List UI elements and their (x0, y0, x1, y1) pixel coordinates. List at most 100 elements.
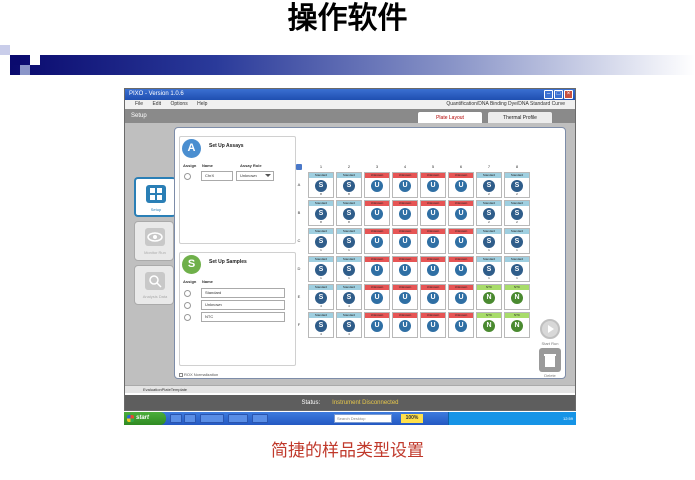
rox-normalization-checkbox[interactable]: ROX Normalization (179, 372, 218, 377)
taskbar-window-button[interactable] (200, 414, 224, 423)
plate-well[interactable]: Unknown U (448, 256, 474, 282)
plate-row-header[interactable]: A (296, 182, 302, 187)
plate-well[interactable]: Unknown U (448, 312, 474, 338)
menu-edit[interactable]: Edit (152, 101, 161, 107)
plate-well[interactable]: Unknown U (364, 284, 390, 310)
plate-column-header[interactable]: 1 (308, 164, 334, 169)
sample-assign-radio[interactable] (184, 302, 191, 309)
template-tab[interactable]: EvaluationPlateTemplate (143, 387, 187, 392)
plate-well[interactable]: Unknown U (420, 256, 446, 282)
plate-column-header[interactable]: 3 (364, 164, 390, 169)
slide-title: 操作软件 (287, 1, 408, 36)
plate-well[interactable]: Unknown U (392, 312, 418, 338)
well-task-tag: NTC (505, 285, 529, 290)
well-type-icon: U (399, 180, 411, 192)
sidebar-item-setup[interactable]: Setup (134, 177, 176, 217)
plate-well[interactable]: Standard S 4 (308, 284, 334, 310)
plate-column-header[interactable]: 7 (476, 164, 502, 169)
plate-well[interactable]: Standard S 1 (308, 256, 334, 282)
plate-column-header[interactable]: 4 (392, 164, 418, 169)
sample-name-field[interactable]: Unknown (201, 300, 285, 310)
desktop-search-input[interactable]: Search Desktop (334, 414, 392, 423)
sidebar-item-analysis-data[interactable]: Analysis Data (134, 265, 174, 305)
plate-well[interactable]: Standard S 4 (336, 284, 362, 310)
menu-file[interactable]: File (135, 101, 143, 107)
well-task-tag: Unknown (449, 313, 473, 318)
plate-well[interactable]: NTC N (476, 284, 502, 310)
plate-well[interactable]: NTC N (476, 312, 502, 338)
plate-well[interactable]: Unknown U (364, 256, 390, 282)
taskbar-window-button[interactable] (228, 414, 248, 423)
plate-well[interactable]: Standard S 8 (308, 172, 334, 198)
plate-column-header[interactable]: 5 (420, 164, 446, 169)
start-button[interactable]: start (124, 412, 166, 425)
plate-row-header[interactable]: E (296, 294, 302, 299)
plate-column-header[interactable]: 6 (448, 164, 474, 169)
plate-well[interactable]: Unknown U (420, 284, 446, 310)
plate-well[interactable]: Standard S 8 (336, 200, 362, 226)
plate-well[interactable]: Standard S 1 (504, 256, 530, 282)
sidebar-item-monitor-run[interactable]: Monitor Run (134, 221, 174, 261)
plate-well[interactable]: Standard S 2 (504, 200, 530, 226)
plate-well[interactable]: Unknown U (364, 172, 390, 198)
plate-row-header[interactable]: B (296, 210, 302, 215)
plate-well[interactable]: Standard S 2 (476, 200, 502, 226)
plate-well[interactable]: Unknown U (420, 200, 446, 226)
menu-help[interactable]: Help (197, 101, 207, 107)
well-type-icon: S (343, 264, 355, 276)
plate-column-header[interactable]: 2 (336, 164, 362, 169)
minimize-button[interactable]: – (544, 90, 553, 99)
assay-role-select[interactable]: Unknown (236, 171, 274, 181)
maximize-button[interactable]: □ (554, 90, 563, 99)
plate-well[interactable]: Unknown U (392, 172, 418, 198)
plate-well[interactable]: Unknown U (420, 228, 446, 254)
plate-well[interactable]: Standard S 1 (476, 256, 502, 282)
plate-well[interactable]: NTC N (504, 312, 530, 338)
plate-column-header[interactable]: 8 (504, 164, 530, 169)
menu-options[interactable]: Options (170, 101, 187, 107)
plate-well[interactable]: Standard S 4 (336, 312, 362, 338)
assay-assign-radio[interactable] (184, 173, 191, 180)
sample-name-field[interactable]: Standard (201, 288, 285, 298)
plate-well[interactable]: Unknown U (392, 256, 418, 282)
plate-well[interactable]: Unknown U (448, 200, 474, 226)
close-button[interactable]: × (564, 90, 573, 99)
plate-well[interactable]: Standard S 2 (504, 172, 530, 198)
sample-assign-radio[interactable] (184, 290, 191, 297)
sample-name-field[interactable]: NTC (201, 312, 285, 322)
plate-row-header[interactable]: F (296, 322, 302, 327)
plate-well[interactable]: Standard S 1 (336, 256, 362, 282)
taskbar-window-button[interactable] (252, 414, 268, 423)
sample-assign-radio[interactable] (184, 314, 191, 321)
well-task-tag: Standard (309, 257, 333, 262)
plate-well[interactable]: Unknown U (420, 312, 446, 338)
plate-well[interactable]: Standard S 8 (336, 172, 362, 198)
plate-well[interactable]: Unknown U (392, 228, 418, 254)
plate-well[interactable]: Standard S 8 (308, 200, 334, 226)
plate-well[interactable]: Unknown U (392, 200, 418, 226)
plate-well[interactable]: Unknown U (364, 200, 390, 226)
plate-well[interactable]: Unknown U (448, 228, 474, 254)
plate-well[interactable]: Standard S 1 (476, 228, 502, 254)
assay-name-field[interactable]: ChrX (201, 171, 233, 181)
plate-well[interactable]: Unknown U (420, 172, 446, 198)
plate-well[interactable]: Standard S 1 (336, 228, 362, 254)
plate-well[interactable]: NTC N (504, 284, 530, 310)
plate-well[interactable]: Unknown U (448, 172, 474, 198)
plate-well[interactable]: Unknown U (364, 228, 390, 254)
plate-well[interactable]: Standard S 1 (308, 228, 334, 254)
plate-well[interactable]: Standard S 4 (308, 312, 334, 338)
plate-well[interactable]: Standard S 1 (504, 228, 530, 254)
plate-well[interactable]: Unknown U (448, 284, 474, 310)
quicklaunch-icon[interactable] (184, 414, 196, 423)
quicklaunch-icon[interactable] (170, 414, 182, 423)
plate-well[interactable]: Unknown U (392, 284, 418, 310)
plate-well[interactable]: Unknown U (364, 312, 390, 338)
select-all-corner[interactable] (296, 164, 302, 170)
delete-button[interactable] (539, 348, 561, 372)
plate-well[interactable]: Standard S 2 (476, 172, 502, 198)
start-run-button[interactable] (540, 319, 560, 339)
assays-col-assign: Assign (183, 163, 197, 168)
plate-row-header[interactable]: C (296, 238, 302, 243)
plate-row-header[interactable]: D (296, 266, 302, 271)
